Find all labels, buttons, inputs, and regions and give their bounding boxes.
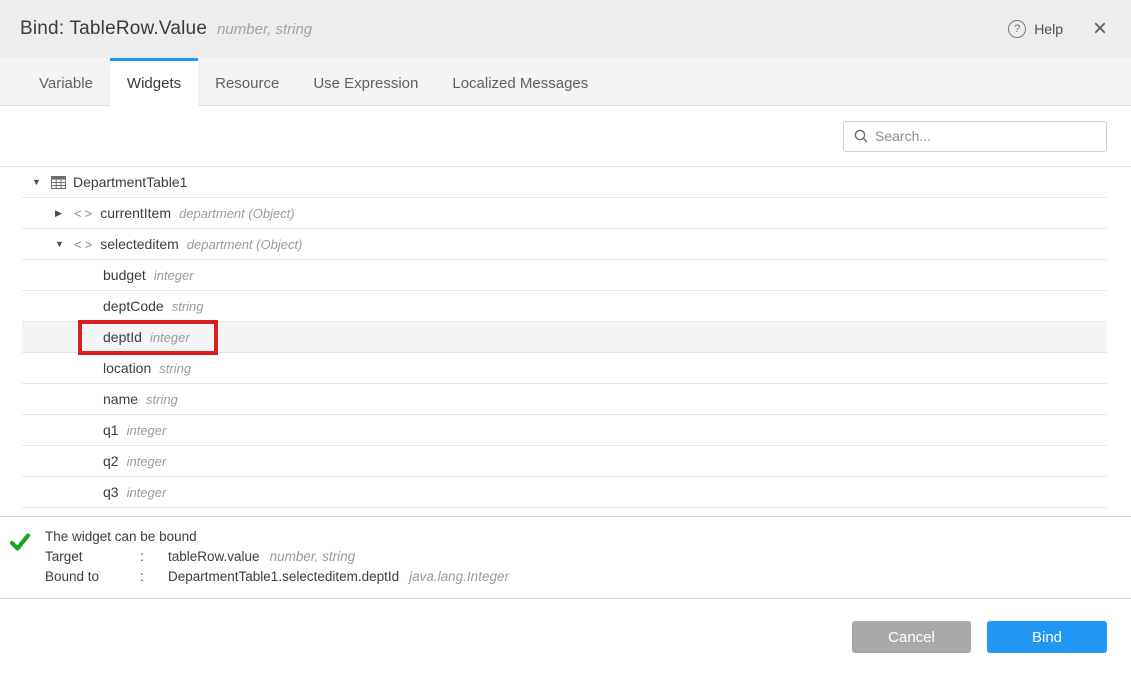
table-icon bbox=[51, 176, 66, 189]
dialog-title: Bind: TableRow.Value bbox=[20, 18, 207, 40]
dialog-footer: Cancel Bind bbox=[0, 621, 1131, 653]
object-icon: <> bbox=[74, 237, 95, 252]
tree-label: selecteditem bbox=[100, 236, 179, 252]
status-value-text: DepartmentTable1.selecteditem.deptId bbox=[168, 569, 399, 584]
tab-localized-messages[interactable]: Localized Messages bbox=[435, 58, 605, 105]
help-button[interactable]: Help bbox=[1034, 21, 1063, 37]
status-label: Bound to bbox=[45, 567, 140, 587]
tab-widgets[interactable]: Widgets bbox=[110, 58, 198, 106]
tree-type: string bbox=[159, 361, 191, 376]
tree-type: integer bbox=[127, 485, 167, 500]
tree-row-deptcode[interactable]: deptCode string bbox=[22, 291, 1107, 322]
help-icon[interactable]: ? bbox=[1008, 20, 1026, 38]
tree-type: integer bbox=[150, 330, 190, 345]
tree-label: budget bbox=[103, 267, 146, 283]
close-icon[interactable]: × bbox=[1093, 20, 1107, 38]
status-boundto-row: Bound to : DepartmentTable1.selecteditem… bbox=[45, 567, 509, 587]
tree-type: department (Object) bbox=[187, 237, 303, 252]
tree-type: integer bbox=[154, 268, 194, 283]
success-check-icon bbox=[10, 527, 34, 587]
question-glyph: ? bbox=[1014, 23, 1020, 35]
tree-type: integer bbox=[127, 454, 167, 469]
tree-row-q2[interactable]: q2 integer bbox=[22, 446, 1107, 477]
tab-resource[interactable]: Resource bbox=[198, 58, 296, 105]
chevron-down-icon[interactable]: ▼ bbox=[32, 177, 46, 187]
status-colon: : bbox=[140, 567, 168, 587]
tree-row-currentitem[interactable]: ▶ <> currentItem department (Object) bbox=[22, 198, 1107, 229]
status-value-type: java.lang.Integer bbox=[409, 569, 509, 584]
chevron-down-icon[interactable]: ▼ bbox=[55, 239, 69, 249]
tree-label: deptId bbox=[103, 329, 142, 345]
tab-variable[interactable]: Variable bbox=[22, 58, 110, 105]
status-text: The widget can be bound Target : tableRo… bbox=[45, 527, 509, 587]
tree-label: name bbox=[103, 391, 138, 407]
cancel-button[interactable]: Cancel bbox=[852, 621, 971, 653]
status-label: Target bbox=[45, 547, 140, 567]
binding-status-panel: The widget can be bound Target : tableRo… bbox=[0, 516, 1131, 599]
tree-type: string bbox=[146, 392, 178, 407]
tree-row-location[interactable]: location string bbox=[22, 353, 1107, 384]
tree-label: q1 bbox=[103, 422, 119, 438]
annotation-highlight-box bbox=[78, 320, 218, 355]
tree-label: q2 bbox=[103, 453, 119, 469]
tree-row-q1[interactable]: q1 integer bbox=[22, 415, 1107, 446]
chevron-right-icon[interactable]: ▶ bbox=[55, 208, 69, 219]
status-value-text: tableRow.value bbox=[168, 549, 260, 564]
header-actions: ? Help × bbox=[1008, 20, 1107, 38]
search-input[interactable] bbox=[875, 128, 1096, 144]
tree-label: currentItem bbox=[100, 205, 171, 221]
tree-label: q3 bbox=[103, 484, 119, 500]
tree-type: department (Object) bbox=[179, 206, 295, 221]
tree-row-deptid[interactable]: deptId integer bbox=[22, 322, 1107, 353]
dialog-title-type: number, string bbox=[217, 21, 312, 38]
status-target-row: Target : tableRow.value number, string bbox=[45, 547, 509, 567]
search-icon bbox=[854, 129, 868, 143]
status-value-type: number, string bbox=[270, 549, 356, 564]
status-value: tableRow.value number, string bbox=[168, 547, 509, 567]
tree-label: DepartmentTable1 bbox=[73, 174, 187, 190]
widget-tree: ▼ DepartmentTable1 ▶ <> currentItem depa… bbox=[22, 167, 1107, 508]
tree-row-name[interactable]: name string bbox=[22, 384, 1107, 415]
tree-type: string bbox=[172, 299, 204, 314]
search-box[interactable] bbox=[843, 121, 1107, 152]
tree-row-q3[interactable]: q3 integer bbox=[22, 477, 1107, 508]
object-icon: <> bbox=[74, 206, 95, 221]
dialog-header: Bind: TableRow.Value number, string ? He… bbox=[0, 0, 1131, 58]
status-value: DepartmentTable1.selecteditem.deptId java… bbox=[168, 567, 509, 587]
tree-row-budget[interactable]: budget integer bbox=[22, 260, 1107, 291]
tree-label: location bbox=[103, 360, 151, 376]
status-colon: : bbox=[140, 547, 168, 567]
tab-bar: Variable Widgets Resource Use Expression… bbox=[0, 58, 1131, 106]
status-message: The widget can be bound bbox=[45, 527, 509, 547]
tree-label: deptCode bbox=[103, 298, 164, 314]
tree-row-departmenttable1[interactable]: ▼ DepartmentTable1 bbox=[22, 167, 1107, 198]
tab-use-expression[interactable]: Use Expression bbox=[296, 58, 435, 105]
search-row bbox=[0, 106, 1131, 167]
bind-button[interactable]: Bind bbox=[987, 621, 1107, 653]
tree-row-selecteditem[interactable]: ▼ <> selecteditem department (Object) bbox=[22, 229, 1107, 260]
tree-type: integer bbox=[127, 423, 167, 438]
